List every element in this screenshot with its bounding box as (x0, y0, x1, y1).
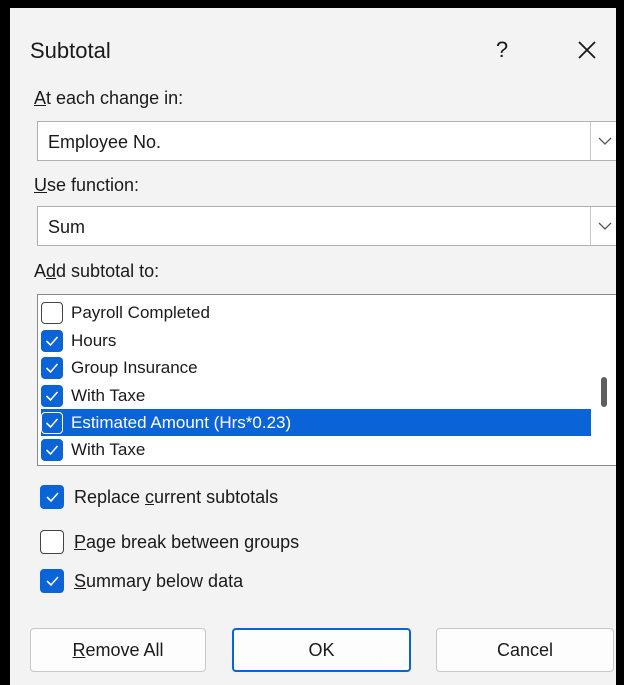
check-icon (45, 492, 59, 503)
check-icon (45, 576, 59, 587)
page-break-label-accel: P (74, 531, 87, 552)
summary-below-option[interactable]: Summary below data (40, 569, 243, 593)
replace-subtotals-checkbox[interactable] (40, 485, 64, 509)
function-field-value: Sum (48, 217, 86, 237)
change-field-label-accel: A (34, 88, 47, 108)
summary-below-checkbox[interactable] (40, 569, 64, 593)
check-icon (45, 444, 59, 455)
summary-below-label-accel: S (74, 570, 87, 591)
list-item-payroll-completed[interactable]: Payroll Completed (41, 299, 591, 326)
list-scrollbar[interactable] (592, 295, 618, 465)
replace-subtotals-option[interactable]: Replace current subtotals (40, 485, 278, 509)
list-item-with-taxe[interactable]: With Taxe (41, 382, 591, 409)
add-subtotal-label-accel: d (46, 261, 57, 281)
list-item-label: Payroll Completed (71, 302, 210, 322)
function-field-label: Use function: (34, 175, 139, 196)
replace-subtotals-label-prefix: Replace (74, 486, 146, 507)
list-item-label: With Taxe (71, 439, 146, 459)
remove-all-accel: R (72, 639, 86, 660)
function-field-label-accel: U (34, 175, 47, 195)
list-item-hours[interactable]: Hours (41, 327, 591, 354)
check-icon (45, 390, 59, 401)
remove-all-button[interactable]: Remove All (30, 628, 206, 672)
check-icon (45, 362, 59, 373)
page-break-checkbox[interactable] (40, 530, 64, 554)
chevron-down-icon (598, 222, 611, 230)
checkbox-with-taxe[interactable] (41, 384, 63, 407)
page-break-label: Page break between groups (74, 532, 299, 553)
chevron-down-icon (598, 137, 611, 145)
change-field-select[interactable]: Employee No. (37, 121, 619, 161)
remove-all-label: emove All (85, 639, 164, 660)
replace-subtotals-label: Replace current subtotals (74, 487, 278, 508)
checkbox-group-insurance[interactable] (41, 356, 63, 379)
page-break-label-text: age break between groups (86, 531, 300, 552)
check-icon (45, 335, 59, 346)
change-field-dropdown-button[interactable] (590, 122, 618, 160)
change-field-value: Employee No. (48, 132, 162, 152)
add-subtotal-list[interactable]: Payroll Completed Hours Group Insurance … (37, 294, 619, 466)
replace-subtotals-label-accel: c (145, 486, 155, 507)
close-button[interactable] (566, 30, 608, 70)
function-field-label-text: se function: (47, 175, 140, 195)
function-field-dropdown-button[interactable] (590, 207, 618, 245)
checkbox-with-taxe-2[interactable] (41, 438, 63, 461)
add-subtotal-label: Add subtotal to: (34, 261, 159, 282)
list-item-label: Estimated Amount (Hrs*0.23) (71, 412, 292, 432)
help-button[interactable]: ? (484, 32, 520, 68)
change-field-label: At each change in: (34, 88, 183, 109)
page-break-option[interactable]: Page break between groups (40, 530, 299, 554)
dialog-title: Subtotal (30, 38, 111, 63)
ok-button[interactable]: OK (232, 628, 411, 672)
change-field-label-text: t each change in: (46, 88, 184, 108)
function-field-select[interactable]: Sum (37, 206, 619, 246)
checkbox-payroll-completed[interactable] (41, 301, 63, 324)
add-subtotal-label-prefix: A (34, 261, 47, 281)
replace-subtotals-label-text: urrent subtotals (154, 486, 279, 507)
list-item-with-taxe-2[interactable]: With Taxe (41, 436, 591, 463)
list-item-label: Group Insurance (71, 357, 198, 377)
checkbox-hours[interactable] (41, 329, 63, 352)
screen-edge (616, 8, 624, 685)
summary-below-label: Summary below data (74, 571, 243, 592)
scrollbar-thumb[interactable] (601, 377, 607, 407)
cancel-button[interactable]: Cancel (436, 628, 614, 672)
close-icon (578, 41, 596, 59)
check-icon (45, 417, 59, 428)
subtotal-dialog: Subtotal ? At each change in: Employee N… (10, 8, 624, 685)
list-item-group-insurance[interactable]: Group Insurance (41, 354, 591, 381)
summary-below-label-text: ummary below data (86, 570, 244, 591)
list-item-label: With Taxe (71, 385, 146, 405)
list-item-label: Hours (71, 330, 117, 350)
checkbox-estimated-amount[interactable] (41, 411, 63, 434)
add-subtotal-label-text: d subtotal to: (56, 261, 160, 281)
list-item-estimated-amount[interactable]: Estimated Amount (Hrs*0.23) (41, 409, 591, 436)
